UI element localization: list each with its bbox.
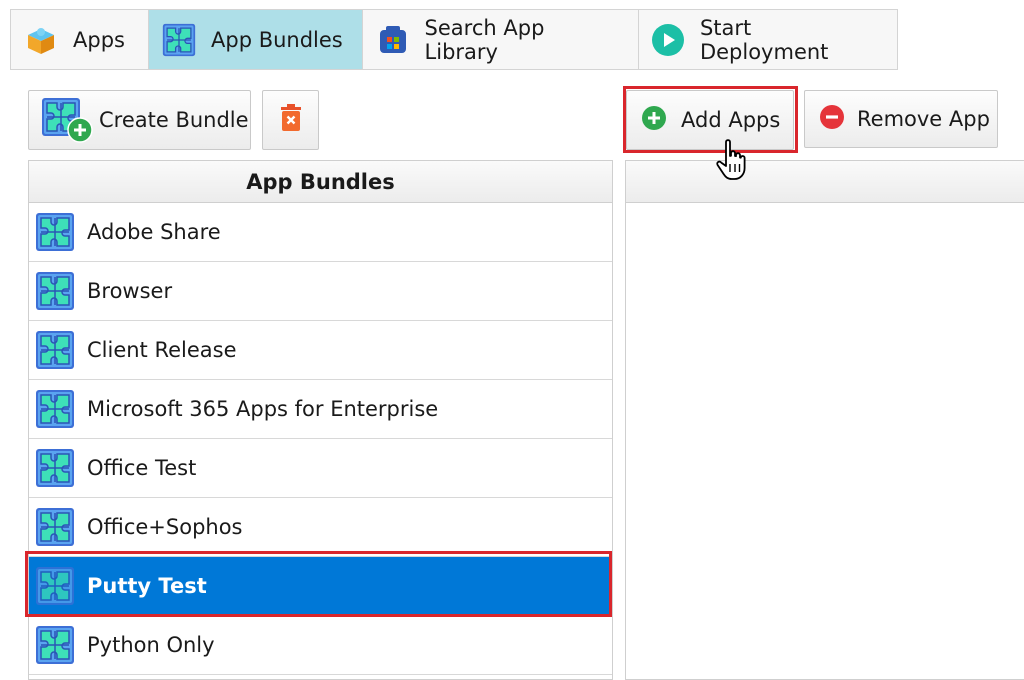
library-icon (375, 22, 411, 58)
list-item[interactable]: Browser (29, 262, 612, 321)
play-icon (651, 22, 686, 58)
main-tab-bar: Apps App Bundles Search App Library Star… (10, 9, 898, 70)
app-bundles-list: App Bundles Adobe Share Browser Client R… (28, 160, 613, 680)
tab-label: Search App Library (424, 15, 545, 64)
tab-label: Apps (73, 27, 125, 52)
puzzle-icon (35, 330, 75, 370)
list-item-label: Browser (87, 279, 173, 303)
trash-icon (279, 103, 303, 137)
list-item-label: Client Release (87, 338, 237, 362)
list-item[interactable]: Client Release (29, 321, 612, 380)
list-item[interactable]: Office+Sophos (29, 498, 612, 557)
puzzle-icon (35, 625, 75, 665)
remove-circle-icon (819, 104, 845, 135)
create-bundle-label: Create Bundle (99, 108, 249, 132)
tab-start-deployment[interactable]: Start Deployment (639, 10, 897, 69)
list-item-label: Adobe Share (87, 220, 221, 244)
hand-cursor-icon (716, 139, 746, 180)
puzzle-icon (35, 566, 75, 606)
apps-box-icon (23, 22, 59, 58)
bundle-apps-header[interactable] (626, 161, 1024, 203)
remove-app-label: Remove App (857, 107, 990, 131)
tab-label: Start Deployment (699, 15, 829, 64)
list-item-label: Microsoft 365 Apps for Enterprise (87, 397, 439, 421)
list-item[interactable]: Office Test (29, 439, 612, 498)
puzzle-icon (35, 448, 75, 488)
puzzle-icon (35, 271, 75, 311)
add-apps-label: Add Apps (681, 108, 781, 132)
puzzle-icon (35, 212, 75, 252)
puzzle-icon (161, 22, 197, 58)
puzzle-icon (35, 389, 75, 429)
create-bundle-button[interactable]: Create Bundle (28, 90, 251, 150)
tab-apps[interactable]: Apps (11, 10, 149, 69)
list-item-label: Python Only (87, 633, 215, 657)
tab-label: App Bundles (211, 27, 343, 52)
list-item-label: Office+Sophos (87, 515, 243, 539)
list-item[interactable]: Microsoft 365 Apps for Enterprise (29, 380, 612, 439)
app-bundles-header[interactable]: App Bundles (29, 161, 612, 203)
list-item[interactable]: Python Only (29, 616, 612, 675)
list-item[interactable]: Adobe Share (29, 203, 612, 262)
list-item-selected[interactable]: Putty Test (29, 557, 612, 616)
bundle-apps-list (625, 160, 1024, 680)
list-item-label: Putty Test (87, 574, 207, 598)
list-item-label: Office Test (87, 456, 197, 480)
remove-app-button[interactable]: Remove App (804, 90, 998, 148)
add-circle-icon (641, 105, 667, 136)
puzzle-icon (35, 507, 75, 547)
create-bundle-icon (41, 97, 93, 143)
tab-app-bundles[interactable]: App Bundles (149, 10, 363, 69)
delete-bundle-button[interactable] (262, 90, 319, 150)
tab-search-app-library[interactable]: Search App Library (363, 10, 639, 69)
add-apps-button[interactable]: Add Apps (626, 90, 794, 150)
